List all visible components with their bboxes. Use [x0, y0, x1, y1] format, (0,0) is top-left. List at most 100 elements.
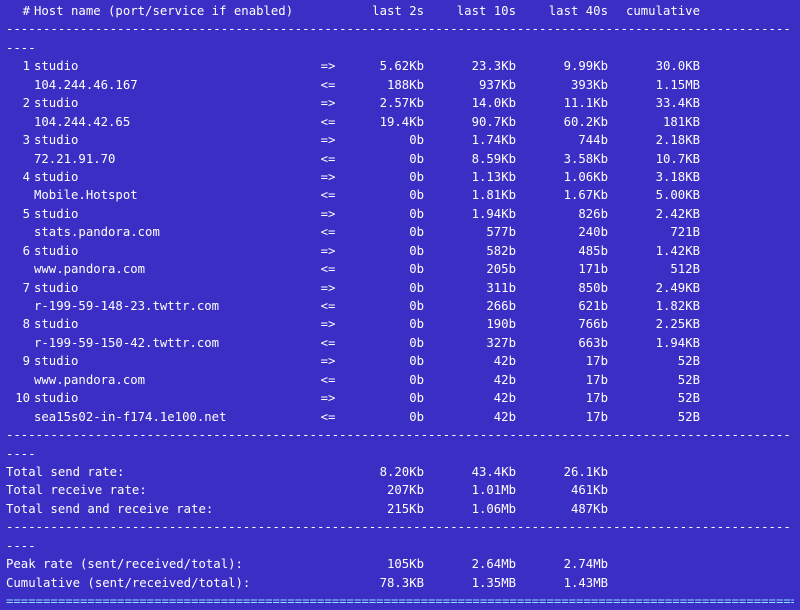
in-last2: 0b: [340, 186, 432, 204]
col-host: Host name (port/service if enabled): [34, 2, 316, 20]
in-cumulative: 512B: [616, 260, 708, 278]
remote-host: 104.244.46.167: [34, 76, 316, 94]
out-last2: 0b: [340, 315, 432, 333]
in-last2: 0b: [340, 223, 432, 241]
arrow-out-icon: =>: [316, 279, 340, 297]
in-last40: 17b: [524, 371, 616, 389]
in-last2: 0b: [340, 371, 432, 389]
total-label: Peak rate (sent/received/total):: [6, 555, 340, 573]
in-last40: 3.58Kb: [524, 150, 616, 168]
row-index-blank: [6, 223, 34, 241]
arrow-out-icon: =>: [316, 57, 340, 75]
out-last10: 42b: [432, 352, 524, 370]
total-last2: 215Kb: [340, 500, 432, 518]
remote-host: sea15s02-in-f174.1e100.net: [34, 408, 316, 426]
col-num: #: [6, 2, 34, 20]
row-index: 3: [6, 131, 34, 149]
local-host: studio: [34, 57, 316, 75]
in-cumulative: 52B: [616, 371, 708, 389]
in-last40: 621b: [524, 297, 616, 315]
col-last2: last 2s: [340, 2, 432, 20]
in-last10: 8.59Kb: [432, 150, 524, 168]
in-last10: 266b: [432, 297, 524, 315]
col-blank: [316, 2, 340, 20]
in-cumulative: 5.00KB: [616, 186, 708, 204]
in-last2: 0b: [340, 408, 432, 426]
arrow-out-icon: =>: [316, 94, 340, 112]
out-last40: 766b: [524, 315, 616, 333]
arrow-in-icon: <=: [316, 150, 340, 168]
connections-list: 1studio=>5.62Kb23.3Kb9.99Kb30.0KB104.244…: [6, 57, 794, 426]
arrow-in-icon: <=: [316, 186, 340, 204]
total-last40: 2.74Mb: [524, 555, 616, 573]
remote-host: Mobile.Hotspot: [34, 186, 316, 204]
out-last2: 0b: [340, 242, 432, 260]
row-index-blank: [6, 150, 34, 168]
out-last10: 582b: [432, 242, 524, 260]
out-last2: 5.62Kb: [340, 57, 432, 75]
arrow-in-icon: <=: [316, 223, 340, 241]
local-host: studio: [34, 94, 316, 112]
arrow-in-icon: <=: [316, 334, 340, 352]
row-index: 7: [6, 279, 34, 297]
out-last2: 0b: [340, 352, 432, 370]
in-last40: 60.2Kb: [524, 113, 616, 131]
in-last40: 663b: [524, 334, 616, 352]
arrow-out-icon: =>: [316, 315, 340, 333]
in-last2: 0b: [340, 150, 432, 168]
in-cumulative: 52B: [616, 408, 708, 426]
out-cumulative: 2.49KB: [616, 279, 708, 297]
out-cumulative: 2.25KB: [616, 315, 708, 333]
out-cumulative: 3.18KB: [616, 168, 708, 186]
out-last40: 850b: [524, 279, 616, 297]
out-cumulative: 52B: [616, 389, 708, 407]
total-last2: 78.3KB: [340, 574, 432, 592]
row-index-blank: [6, 260, 34, 278]
in-last10: 42b: [432, 408, 524, 426]
out-last10: 311b: [432, 279, 524, 297]
in-last40: 240b: [524, 223, 616, 241]
out-cumulative: 1.42KB: [616, 242, 708, 260]
in-cumulative: 1.94KB: [616, 334, 708, 352]
separator-bottom: ========================================…: [6, 592, 794, 610]
in-last10: 90.7Kb: [432, 113, 524, 131]
total-cumulative: [616, 481, 708, 499]
in-last2: 0b: [340, 297, 432, 315]
total-last40: 487Kb: [524, 500, 616, 518]
out-last40: 17b: [524, 352, 616, 370]
row-index-blank: [6, 297, 34, 315]
local-host: studio: [34, 168, 316, 186]
total-cumulative: [616, 574, 708, 592]
local-host: studio: [34, 131, 316, 149]
remote-host: r-199-59-150-42.twttr.com: [34, 334, 316, 352]
in-last40: 1.67Kb: [524, 186, 616, 204]
row-index-blank: [6, 186, 34, 204]
col-last10: last 10s: [432, 2, 524, 20]
total-label: Total send and receive rate:: [6, 500, 340, 518]
local-host: studio: [34, 352, 316, 370]
separator-mid2: ----------------------------------------…: [6, 518, 794, 555]
out-last2: 0b: [340, 131, 432, 149]
out-cumulative: 52B: [616, 352, 708, 370]
out-last40: 485b: [524, 242, 616, 260]
arrow-out-icon: =>: [316, 205, 340, 223]
out-last2: 0b: [340, 389, 432, 407]
separator-top: ----------------------------------------…: [6, 20, 794, 57]
row-index: 10: [6, 389, 34, 407]
in-cumulative: 1.82KB: [616, 297, 708, 315]
out-cumulative: 33.4KB: [616, 94, 708, 112]
total-last2: 105Kb: [340, 555, 432, 573]
out-last2: 2.57Kb: [340, 94, 432, 112]
total-cumulative: [616, 555, 708, 573]
in-last40: 17b: [524, 408, 616, 426]
out-last10: 1.13Kb: [432, 168, 524, 186]
remote-host: 104.244.42.65: [34, 113, 316, 131]
row-index-blank: [6, 371, 34, 389]
row-index: 4: [6, 168, 34, 186]
total-cumulative: [616, 500, 708, 518]
out-last40: 744b: [524, 131, 616, 149]
total-last10: 43.4Kb: [432, 463, 524, 481]
in-last10: 1.81Kb: [432, 186, 524, 204]
row-index: 9: [6, 352, 34, 370]
local-host: studio: [34, 389, 316, 407]
